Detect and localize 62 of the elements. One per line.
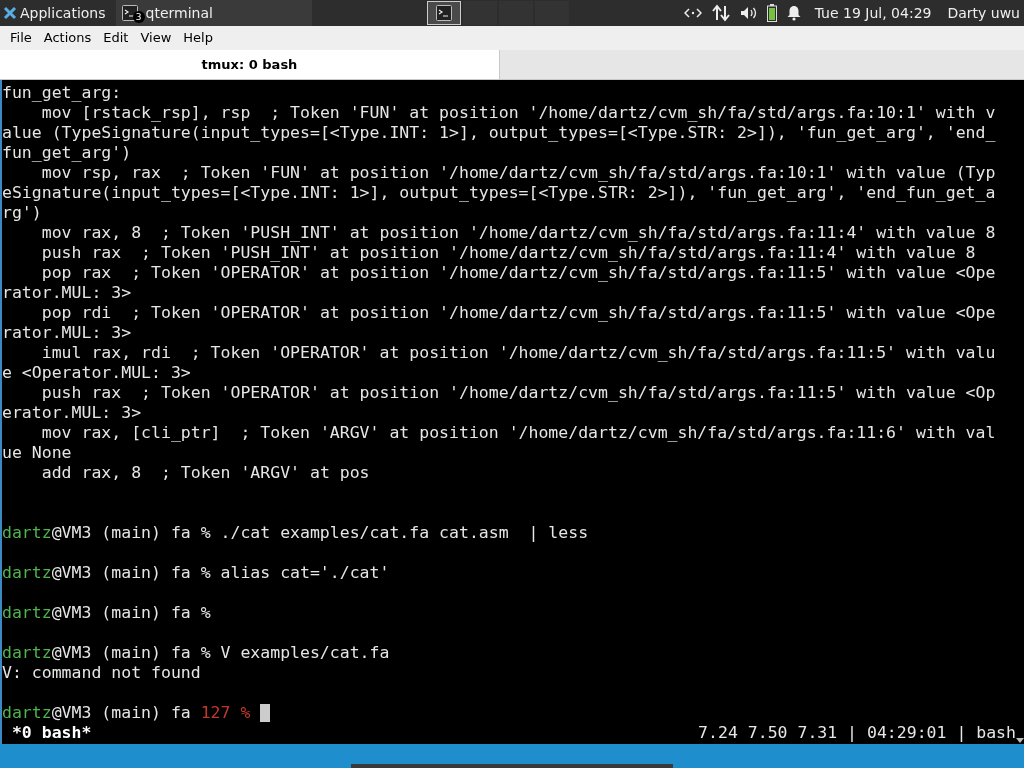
terminal-output-line: mov rsp, rax ; Token 'FUN' at position '/home/dartz/cvm_sh/fa/std/args.fa:10:1' with value (Typ — [40, 163, 997, 183]
menu-item[interactable]: Help — [177, 28, 219, 48]
terminal-output-line: fun_get_arg: — [2, 83, 123, 103]
terminal-output-line: erator.MUL: 3> — [2, 403, 143, 423]
bell-icon[interactable] — [786, 5, 801, 21]
workspace-button[interactable] — [426, 1, 461, 25]
command-text: V examples/cat.fa — [220, 643, 390, 663]
volume-icon[interactable] — [739, 6, 757, 20]
terminal-tab[interactable]: tmux: 0 bash — [0, 50, 500, 79]
prompt-symbol: % — [240, 703, 251, 723]
terminal-icon — [121, 5, 138, 21]
terminal-icon — [435, 5, 452, 21]
terminal-output-line: V: command not found — [2, 663, 202, 683]
x-logo-icon — [3, 6, 17, 20]
prompt-host: @VM3 (main) fa — [51, 703, 191, 723]
terminal-output-line: add rax, 8 ; Token 'ARGV' at pos — [40, 463, 371, 483]
transfer-arrows-icon[interactable] — [711, 4, 730, 22]
terminal-output-line: mov [rstack_rsp], rsp ; Token 'FUN' at position '/home/dartz/cvm_sh/fa/std/args.fa:10:1' with v — [40, 103, 997, 123]
scroll-down-arrow-icon[interactable] — [1016, 736, 1024, 744]
prompt-user: dartz — [2, 643, 52, 663]
menu-item[interactable]: Edit — [97, 28, 135, 48]
applications-menu[interactable]: Applications — [0, 0, 112, 26]
terminal-output-line: fun_get_arg') — [2, 143, 133, 163]
prompt-user: dartz — [2, 703, 52, 723]
prompt-user: dartz — [2, 563, 52, 583]
terminal-output-line: alue (TypeSignature(input_types=[<Type.INT: 1>], output_types=[<Type.STR: 2>]), 'fun_get_arg', 'end_ — [2, 123, 997, 143]
network-icon[interactable] — [683, 7, 702, 19]
terminal-output-line: imul rax, rdi ; Token 'OPERATOR' at position '/home/dartz/cvm_sh/fa/std/args.fa:11:5' with valu — [40, 343, 997, 363]
terminal-output-line: eSignature(input_types=[<Type.INT: 1>], output_types=[<Type.STR: 2>]), 'fun_get_arg', 'end_fun_get_a — [2, 183, 997, 203]
clock[interactable]: Tue 19 Jul, 04:29 — [814, 2, 932, 24]
terminal-output-line: push rax ; Token 'OPERATOR' at position '/home/dartz/cvm_sh/fa/std/args.fa:11:5' with value <Op — [40, 383, 997, 403]
command-text: ./cat examples/cat.fa cat.asm | less — [220, 523, 589, 543]
tmux-status-info: 7.24 7.50 7.31 | 04:29:01 | bash — [698, 723, 1016, 743]
terminal-output-line: mov rax, [cli_ptr] ; Token 'ARGV' at position '/home/dartz/cvm_sh/fa/std/args.fa:11:6' with val — [40, 423, 997, 443]
user-name[interactable]: Darty uwu — [947, 2, 1020, 24]
prompt-host: @VM3 (main) fa — [51, 603, 191, 623]
menu-item[interactable]: Actions — [37, 28, 98, 48]
prompt-symbol: % — [200, 603, 211, 623]
terminal-output-line: rg') — [2, 203, 43, 223]
terminal-output-line: pop rdi ; Token 'OPERATOR' at position '/home/dartz/cvm_sh/fa/std/args.fa:11:5' with value <Ope — [40, 303, 997, 323]
battery-icon[interactable] — [766, 4, 777, 22]
terminal-output-line: ue None — [2, 443, 73, 463]
taskbar-task[interactable]: 3 qterminal — [115, 0, 312, 26]
prompt-host: @VM3 (main) fa — [51, 563, 191, 583]
tmux-window-name: *0 bash* — [10, 723, 92, 743]
terminal-output-line: rator.MUL: 3> — [2, 283, 133, 303]
prompt-symbol: % — [200, 563, 211, 583]
menu-item[interactable]: View — [134, 28, 178, 48]
prompt-user: dartz — [2, 523, 52, 543]
prompt-host: @VM3 (main) fa — [51, 523, 191, 543]
menu-item[interactable]: File — [4, 28, 38, 48]
terminal-output-line: mov rax, 8 ; Token 'PUSH_INT' at position '/home/dartz/cvm_sh/fa/std/args.fa:11:4' with value 8 — [40, 223, 997, 243]
terminal-output-line: push rax ; Token 'PUSH_INT' at position '/home/dartz/cvm_sh/fa/std/args.fa:11:4' with value 8 — [40, 243, 977, 263]
terminal-output-line: rator.MUL: 3> — [2, 323, 133, 343]
command-text: alias cat='./cat' — [220, 563, 390, 583]
prompt-host: @VM3 (main) fa — [51, 643, 191, 663]
exit-status: 127 — [200, 703, 231, 723]
prompt-user: dartz — [2, 603, 52, 623]
prompt-symbol: % — [200, 643, 211, 663]
prompt-symbol: % — [200, 523, 211, 543]
terminal-output-line: e <Operator.MUL: 3> — [2, 363, 192, 383]
terminal-output-line: pop rax ; Token 'OPERATOR' at position '/home/dartz/cvm_sh/fa/std/args.fa:11:5' with value <Ope — [40, 263, 997, 283]
